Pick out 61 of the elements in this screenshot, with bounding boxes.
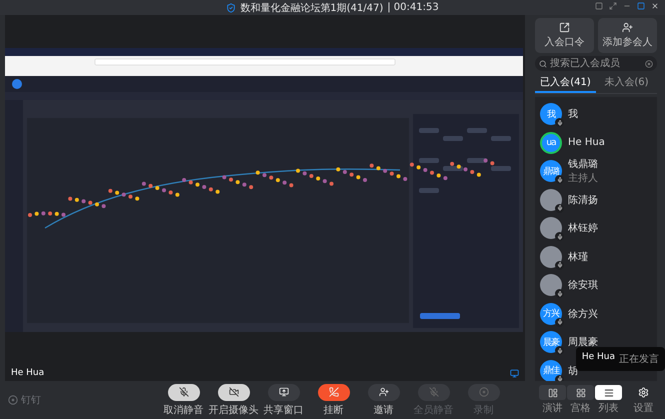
brand-logo-icon (8, 395, 18, 405)
toolbar-button[interactable]: 邀请 (358, 384, 408, 416)
speaker-name: He Hua (11, 368, 44, 378)
participant-name: 徐安琪 (568, 278, 598, 292)
mic-badge-icon (555, 232, 564, 242)
list-icon (604, 388, 614, 398)
avatar: 晨豪 (540, 331, 562, 354)
toolbar-button[interactable]: 开启摄像头 (208, 384, 258, 416)
panel-action-button[interactable]: 入会口令 (535, 18, 594, 53)
toolbar-button[interactable]: 共享窗口 (258, 384, 308, 416)
panel-layout-icon (548, 388, 558, 398)
user-plus-icon (622, 22, 633, 33)
participant-name: 林瑾 (568, 250, 588, 264)
settings-icon (638, 387, 649, 398)
close-icon[interactable] (651, 2, 659, 10)
mic-badge-icon (555, 175, 564, 184)
avatar: ua (540, 132, 562, 154)
user-plus-icon (378, 387, 388, 397)
tooltip-name: He Hua (582, 352, 615, 364)
participant-tab[interactable]: 已入会(41) (535, 74, 596, 93)
camera-off-icon (228, 387, 238, 397)
screen-share-icon (510, 368, 519, 378)
participant-name: 钱鼎璐 (568, 158, 598, 172)
mic-badge-icon (555, 346, 564, 356)
settings-button[interactable]: 设置 (630, 385, 657, 415)
meeting-timer: | 00:41:53 (387, 2, 439, 13)
toolbar-button[interactable]: 挂断 (308, 384, 358, 416)
participant-name: 胡 (568, 364, 578, 378)
window-title: 数和量化金融论坛第1期(41/47) (240, 2, 384, 14)
participant-name: 陈清扬 (568, 194, 598, 207)
search-field[interactable]: 搜索已入会成员 (535, 56, 657, 71)
avatar: 鼎璐 (540, 160, 562, 182)
mic-badge-icon (555, 289, 564, 298)
window-mode-icon[interactable] (595, 2, 603, 10)
participant-name: 徐方兴 (568, 308, 598, 321)
participant-role: 主持人 (568, 172, 598, 186)
tooltip-text: 正在发言 (619, 352, 659, 366)
clear-icon[interactable] (645, 60, 653, 68)
grid-icon (576, 388, 586, 398)
mic-off-icon (178, 387, 188, 397)
shield-icon (226, 2, 236, 12)
participant-name: 我 (568, 108, 578, 122)
mic-off-icon (428, 387, 438, 397)
avatar: 我 (540, 103, 562, 126)
toolbar-button[interactable]: 取消静音 (158, 384, 208, 416)
search-icon (539, 60, 547, 68)
panel-action-button[interactable]: 添加参会人 (598, 18, 657, 53)
phone-off-icon (328, 387, 338, 397)
record-icon (478, 387, 488, 397)
participant-name: He Hua (568, 137, 605, 148)
external-link-icon (559, 22, 570, 33)
fullscreen-icon[interactable] (609, 2, 617, 10)
avatar: 方兴 (540, 302, 562, 325)
participant-name: 周晨豪 (568, 336, 598, 350)
participant-name: 林钰婷 (568, 222, 598, 236)
screen-share-icon (278, 387, 288, 397)
avatar: 鼎佳 (540, 360, 562, 381)
brand-name: 钉钉 (21, 394, 41, 407)
participant-tab[interactable]: 未入会(6) (596, 74, 657, 93)
restore-icon[interactable] (637, 2, 645, 10)
mic-badge-icon (555, 118, 564, 128)
